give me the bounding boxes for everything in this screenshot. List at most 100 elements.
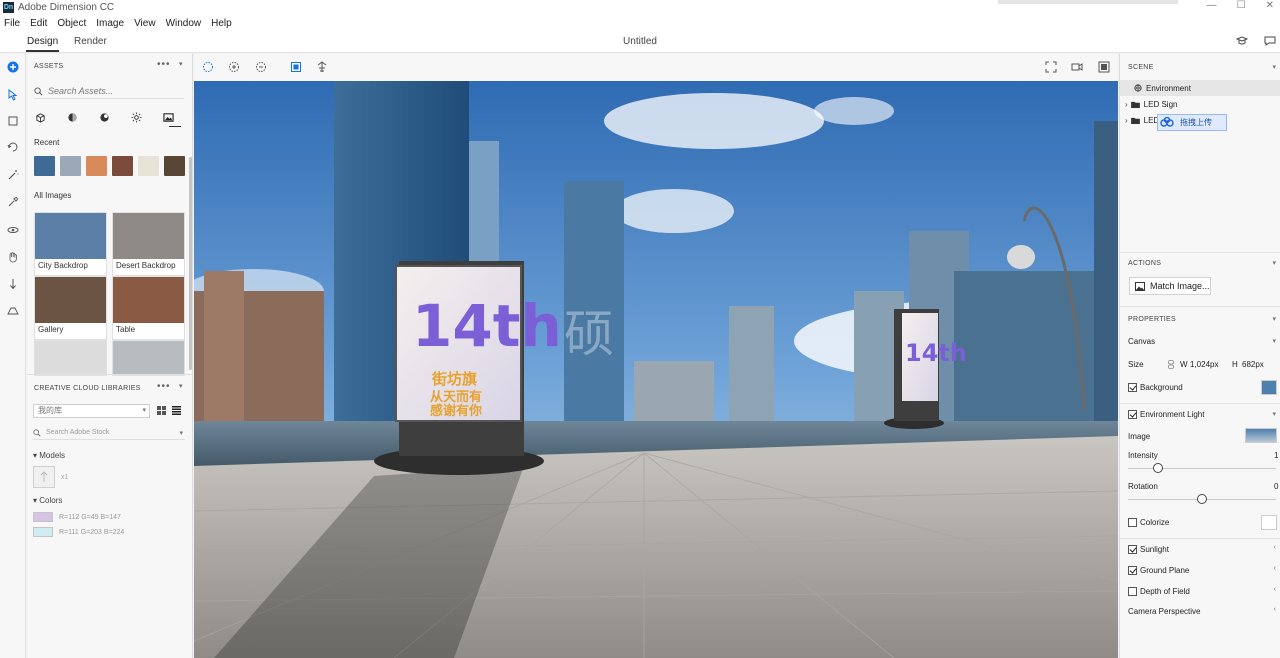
upload-icon: [1160, 116, 1174, 127]
asset-card-table[interactable]: Table: [112, 276, 185, 340]
horizon-icon[interactable]: [6, 304, 20, 318]
fit-view-icon[interactable]: [1044, 60, 1058, 74]
assets-search-input[interactable]: Search Assets...: [34, 84, 184, 99]
orbit-tool-icon[interactable]: [6, 140, 20, 154]
environment-light-checkbox[interactable]: [1128, 410, 1137, 419]
close-button[interactable]: ✕: [1266, 0, 1274, 11]
adobe-stock-search-input[interactable]: Search Adobe Stock ▾: [33, 426, 185, 440]
camera-bookmark-icon[interactable]: [1070, 60, 1084, 74]
feedback-icon[interactable]: [1264, 35, 1276, 47]
recent-thumb-3[interactable]: [86, 156, 107, 176]
recent-thumb-2[interactable]: [60, 156, 81, 176]
learn-icon[interactable]: [1236, 35, 1248, 47]
chevron-right-icon[interactable]: ›: [1125, 100, 1128, 109]
libraries-more-icon[interactable]: •••: [157, 381, 171, 392]
recent-thumb-4[interactable]: [112, 156, 133, 176]
eyedropper-icon[interactable]: [6, 195, 20, 209]
recent-thumb-6[interactable]: [164, 156, 185, 176]
assets-scrollbar[interactable]: [189, 157, 192, 370]
chevron-right-icon[interactable]: ›: [1125, 116, 1128, 125]
libraries-collapse-icon[interactable]: ▾: [179, 382, 184, 390]
library-color-2[interactable]: R=111 G=203 B=224: [33, 527, 124, 537]
list-view-icon[interactable]: [172, 406, 181, 415]
dolly-icon[interactable]: [6, 277, 20, 291]
top-right-icons: [1236, 35, 1276, 47]
add-content-icon[interactable]: [6, 60, 20, 74]
menu-window[interactable]: Window: [166, 18, 202, 29]
render-preview-icon[interactable]: [1097, 60, 1111, 74]
asset-card-city-backdrop[interactable]: City Backdrop: [34, 212, 107, 276]
colors-group-header[interactable]: ▾ Colors: [33, 496, 62, 505]
pan-hand-icon[interactable]: [6, 250, 20, 264]
library-color-1[interactable]: R=112 G=49 B=147: [33, 512, 121, 522]
menu-object[interactable]: Object: [57, 18, 86, 29]
select-tool-icon[interactable]: [6, 88, 20, 102]
panel-divider: [27, 374, 193, 375]
actions-collapse-icon[interactable]: ▾: [1272, 259, 1276, 267]
chevron-left-icon[interactable]: ‹: [1274, 606, 1276, 613]
select-similar-icon[interactable]: [289, 60, 303, 74]
intensity-slider-knob[interactable]: [1152, 463, 1163, 473]
depth-of-field-checkbox[interactable]: [1128, 587, 1137, 596]
scene-item-led-sign[interactable]: › LED Sign: [1120, 96, 1280, 112]
assets-more-icon[interactable]: •••: [157, 59, 171, 70]
chevron-left-icon[interactable]: ‹: [1274, 544, 1276, 551]
chevron-down-icon[interactable]: ▾: [179, 429, 183, 437]
maximize-button[interactable]: ☐: [1237, 0, 1246, 11]
grid-view-icon[interactable]: [157, 406, 166, 415]
subtract-selection-icon[interactable]: [254, 60, 268, 74]
orbit-camera-icon[interactable]: [6, 223, 20, 237]
environment-light-collapse-icon[interactable]: ▾: [1272, 410, 1276, 418]
align-icon[interactable]: [315, 60, 329, 74]
recent-thumb-1[interactable]: [34, 156, 55, 176]
match-image-button[interactable]: Match Image...: [1129, 277, 1211, 295]
height-field[interactable]: 682px: [1242, 360, 1264, 369]
menu-image[interactable]: Image: [96, 18, 124, 29]
sunlight-checkbox[interactable]: [1128, 545, 1137, 554]
asset-card-partial-1[interactable]: [34, 340, 107, 376]
lights-category-icon[interactable]: [99, 112, 110, 123]
recent-thumb-5[interactable]: [138, 156, 159, 176]
scene-item-environment[interactable]: Environment: [1120, 80, 1280, 96]
asset-card-gallery[interactable]: Gallery: [34, 276, 107, 340]
link-dimensions-icon[interactable]: [1168, 360, 1174, 369]
menu-edit[interactable]: Edit: [30, 18, 47, 29]
library-model-thumbnail[interactable]: [33, 466, 55, 488]
background-thumbnail[interactable]: [1261, 380, 1277, 395]
upload-overlay-badge[interactable]: 拖拽上传: [1157, 114, 1227, 131]
3d-viewport[interactable]: 14th 街坊旗 从天而有 感谢有你 14th 硕: [194, 81, 1118, 658]
chevron-left-icon[interactable]: ‹: [1274, 565, 1276, 572]
models-category-icon[interactable]: [35, 112, 46, 123]
background-checkbox[interactable]: [1128, 383, 1137, 392]
canvas-collapse-icon[interactable]: ▾: [1272, 337, 1276, 345]
models-group-header[interactable]: ▾ Models: [33, 451, 65, 460]
menu-file[interactable]: File: [4, 18, 20, 29]
ground-plane-checkbox[interactable]: [1128, 566, 1137, 575]
properties-collapse-icon[interactable]: ▾: [1272, 315, 1276, 323]
magic-wand-icon[interactable]: [6, 168, 20, 182]
materials-category-icon[interactable]: [67, 112, 78, 123]
asset-card-partial-2[interactable]: [112, 340, 185, 376]
frame-tool-icon[interactable]: [6, 114, 20, 128]
assets-panel: ASSETS ••• ▾ Search Assets... Recent All…: [27, 54, 193, 658]
menu-view[interactable]: View: [134, 18, 156, 29]
width-field[interactable]: 1,024px: [1190, 360, 1218, 369]
library-select[interactable]: 我的库 ▾: [33, 404, 150, 418]
sign-line-1: 街坊旗: [431, 370, 477, 388]
sun-category-icon[interactable]: [131, 112, 142, 123]
assets-collapse-icon[interactable]: ▾: [179, 60, 184, 68]
images-category-icon[interactable]: [163, 112, 174, 123]
asset-card-desert-backdrop[interactable]: Desert Backdrop: [112, 212, 185, 276]
marquee-select-icon[interactable]: [201, 60, 215, 74]
intensity-slider-track[interactable]: [1128, 468, 1276, 469]
scene-collapse-icon[interactable]: ▾: [1272, 63, 1276, 71]
colorize-checkbox[interactable]: [1128, 518, 1137, 527]
add-selection-icon[interactable]: [227, 60, 241, 74]
menu-help[interactable]: Help: [211, 18, 232, 29]
rotation-slider-knob[interactable]: [1197, 494, 1207, 504]
environment-image-thumbnail[interactable]: [1245, 428, 1277, 443]
scene-render: 14th 街坊旗 从天而有 感谢有你 14th 硕: [194, 81, 1118, 658]
chevron-left-icon[interactable]: ‹: [1274, 586, 1276, 593]
colorize-swatch[interactable]: [1261, 515, 1277, 530]
minimize-button[interactable]: —: [1207, 0, 1217, 11]
